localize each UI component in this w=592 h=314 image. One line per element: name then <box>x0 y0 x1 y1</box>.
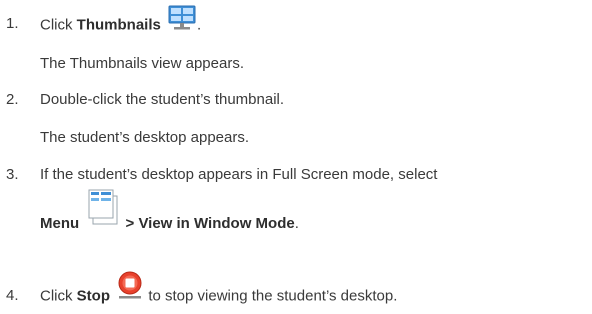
step-number: 1. <box>6 15 19 32</box>
step-instruction: Click Stop to stop viewing the student’s… <box>40 271 398 306</box>
step-2-result: The student’s desktop appears. <box>40 129 250 146</box>
step-suffix: to stop viewing the student’s desktop. <box>144 287 398 305</box>
step-suffix: . <box>197 16 202 34</box>
ui-label-view-in-window-mode: > View in Window Mode <box>121 215 295 232</box>
step-instruction: Click Thumbnails . <box>40 5 202 36</box>
step-instruction: Double-click the student’s thumbnail. <box>40 91 285 108</box>
step-prefix: Click <box>40 287 77 305</box>
step-prefix: Click <box>40 16 77 34</box>
monitor-thumbnails-icon <box>167 5 197 36</box>
step-suffix: . <box>294 215 299 232</box>
stop-record-icon <box>116 271 144 306</box>
ui-label-menu: Menu <box>40 215 80 232</box>
menu-pages-icon <box>87 188 119 231</box>
step-instruction: If the student’s desktop appears in Full… <box>40 166 438 183</box>
step-number: 3. <box>6 166 19 183</box>
ui-label-stop: Stop <box>76 287 110 305</box>
step-number: 2. <box>6 91 19 108</box>
step-1-result: The Thumbnails view appears. <box>40 55 244 72</box>
ui-label-thumbnails: Thumbnails <box>76 16 161 34</box>
step-3-continued: Menu > View in Window Mode. <box>40 189 299 233</box>
instruction-document: { "steps": [ { "number": "1.", "prefix":… <box>0 0 592 314</box>
step-number: 4. <box>6 287 19 304</box>
